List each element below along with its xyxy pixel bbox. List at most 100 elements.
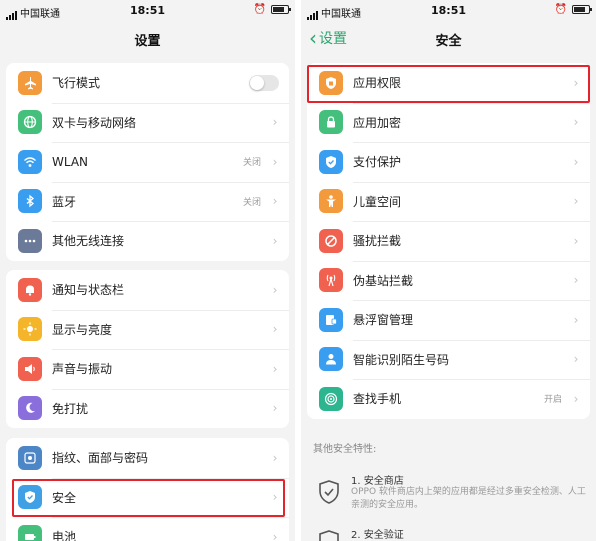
block-icon — [319, 228, 343, 253]
airplane-icon — [18, 70, 42, 95]
chevron-right-icon: › — [573, 194, 579, 209]
settings-row[interactable]: 飞行模式 — [6, 63, 289, 103]
chevron-right-icon: › — [573, 273, 579, 288]
row-label: 应用加密 — [353, 115, 402, 130]
person-icon — [319, 347, 343, 372]
row-label: 安全 — [52, 490, 77, 505]
settings-row[interactable]: 伪基站拦截 › — [307, 260, 590, 301]
security-list: 应用权限 › 应用加密 › 支付保护 › 儿童空间 › 骚扰拦截 › 伪基站拦截 › 悬浮窗管理 › 智能识… — [307, 63, 590, 419]
shield-icon — [18, 485, 42, 510]
chevron-right-icon: › — [272, 529, 278, 541]
chevron-right-icon: › — [272, 401, 278, 416]
page-title: 设置 — [134, 34, 161, 49]
battery-status-icon — [572, 5, 592, 14]
shield-app-icon — [319, 70, 343, 95]
lock-icon — [319, 110, 343, 135]
chevron-right-icon: › — [573, 75, 579, 90]
chevron-right-icon: › — [272, 361, 278, 376]
feature-desc: OPPO 软件商店内上架的应用都是经过多重安全检测、人工亲测的安全应用。 — [351, 487, 586, 510]
settings-group-connectivity: 飞行模式 双卡与移动网络 › WLAN 关闭 › 蓝牙 关闭 › 其他无线连接 › — [6, 63, 289, 261]
status-time: 18:51 — [129, 4, 165, 17]
row-label: 指纹、面部与密码 — [52, 451, 149, 466]
chevron-right-icon: › — [573, 391, 579, 406]
toggle-switch[interactable] — [249, 74, 279, 91]
chevron-right-icon: › — [272, 322, 278, 337]
globe-icon — [18, 110, 42, 135]
status-time: 18:51 — [430, 4, 466, 17]
sun-icon — [18, 317, 42, 342]
bell-icon — [18, 277, 42, 302]
settings-row[interactable]: 其他无线连接 › — [6, 221, 289, 261]
settings-row[interactable]: 声音与振动 › — [6, 349, 289, 389]
moon-icon — [18, 396, 42, 421]
chevron-right-icon: › — [272, 194, 278, 209]
settings-row[interactable]: 显示与亮度 › — [6, 309, 289, 350]
settings-row[interactable]: 支付保护 › — [307, 142, 590, 182]
row-value: 开启 — [543, 395, 562, 406]
battery-icon — [18, 524, 42, 541]
row-label: 其他无线连接 — [52, 234, 125, 249]
row-label: 智能识别陌生号码 — [353, 352, 450, 367]
settings-row[interactable]: 双卡与移动网络 › — [6, 102, 289, 143]
row-label: 查找手机 — [353, 392, 402, 407]
floating-window-icon — [319, 307, 343, 332]
alarm-icon: ⏰ — [253, 4, 266, 15]
row-label: 双卡与移动网络 — [52, 115, 137, 130]
bluetooth-icon — [18, 189, 42, 214]
chevron-right-icon: › — [272, 154, 278, 169]
settings-row[interactable]: 应用加密 › — [307, 102, 590, 143]
shield-outline-icon — [319, 530, 339, 541]
settings-row[interactable]: 儿童空间 › — [307, 181, 590, 222]
child-icon — [319, 189, 343, 214]
chevron-right-icon: › — [272, 115, 278, 130]
settings-row[interactable]: 免打扰 › — [6, 388, 289, 429]
wifi-icon — [18, 149, 42, 174]
page-title: 安全 — [435, 34, 462, 49]
row-value: 关闭 — [242, 158, 261, 169]
more-dots-icon — [18, 228, 42, 253]
chevron-right-icon: › — [573, 312, 579, 327]
feature-title: 1. 安全商店 — [351, 476, 404, 487]
row-label: 通知与状态栏 — [52, 283, 125, 298]
feature-secure-verify: 2. 安全验证 — [307, 526, 590, 541]
feature-title: 2. 安全验证 — [351, 530, 404, 541]
radar-icon — [319, 386, 343, 411]
chevron-right-icon: › — [272, 282, 278, 297]
settings-row[interactable]: WLAN 关闭 › — [6, 142, 289, 182]
row-label: WLAN — [52, 154, 89, 169]
settings-row[interactable]: 安全 › — [6, 477, 289, 518]
status-bar: 中国联通 18:51 ⏰ — [301, 0, 596, 22]
row-label: 悬浮窗管理 — [353, 313, 414, 328]
row-label: 电池 — [52, 530, 77, 541]
settings-row[interactable]: 应用权限 › — [307, 63, 590, 103]
chevron-right-icon: › — [272, 450, 278, 465]
shield-check-icon — [319, 149, 343, 174]
settings-group-security: 指纹、面部与密码 › 安全 › 电池 › — [6, 438, 289, 541]
nav-bar: ‹ 设置 安全 — [301, 22, 596, 56]
other-features-title: 其他安全特性: — [313, 444, 377, 455]
nav-bar: 设置 — [0, 22, 295, 56]
settings-row[interactable]: 查找手机 开启 › — [307, 379, 590, 419]
settings-row[interactable]: 通知与状态栏 › — [6, 270, 289, 310]
settings-row[interactable]: 骚扰拦截 › — [307, 221, 590, 261]
status-bar: 中国联通 18:51 ⏰ — [0, 0, 295, 22]
row-label: 支付保护 — [353, 155, 402, 170]
row-label: 飞行模式 — [52, 76, 101, 91]
settings-row[interactable]: 悬浮窗管理 › — [307, 300, 590, 340]
chevron-right-icon: › — [272, 490, 278, 505]
settings-row[interactable]: 电池 › — [6, 517, 289, 541]
settings-row[interactable]: 蓝牙 关闭 › — [6, 181, 289, 222]
row-label: 应用权限 — [353, 76, 402, 91]
settings-row[interactable]: 智能识别陌生号码 › — [307, 339, 590, 380]
settings-row[interactable]: 指纹、面部与密码 › — [6, 438, 289, 478]
row-label: 免打扰 — [52, 401, 89, 416]
row-label: 声音与振动 — [52, 362, 113, 377]
chevron-right-icon: › — [573, 233, 579, 248]
feature-secure-store: 1. 安全商店 OPPO 软件商店内上架的应用都是经过多重安全检测、人工亲测的安… — [307, 472, 590, 522]
row-label: 显示与亮度 — [52, 322, 113, 337]
row-label: 儿童空间 — [353, 194, 402, 209]
battery-status-icon — [271, 5, 291, 14]
chevron-right-icon: › — [573, 154, 579, 169]
settings-group-display: 通知与状态栏 › 显示与亮度 › 声音与振动 › 免打扰 › — [6, 270, 289, 428]
settings-screen: 中国联通 18:51 ⏰ 设置 飞行模式 双卡与移动网络 › WLAN 关闭 › 蓝牙 关闭 ›… — [0, 0, 295, 541]
